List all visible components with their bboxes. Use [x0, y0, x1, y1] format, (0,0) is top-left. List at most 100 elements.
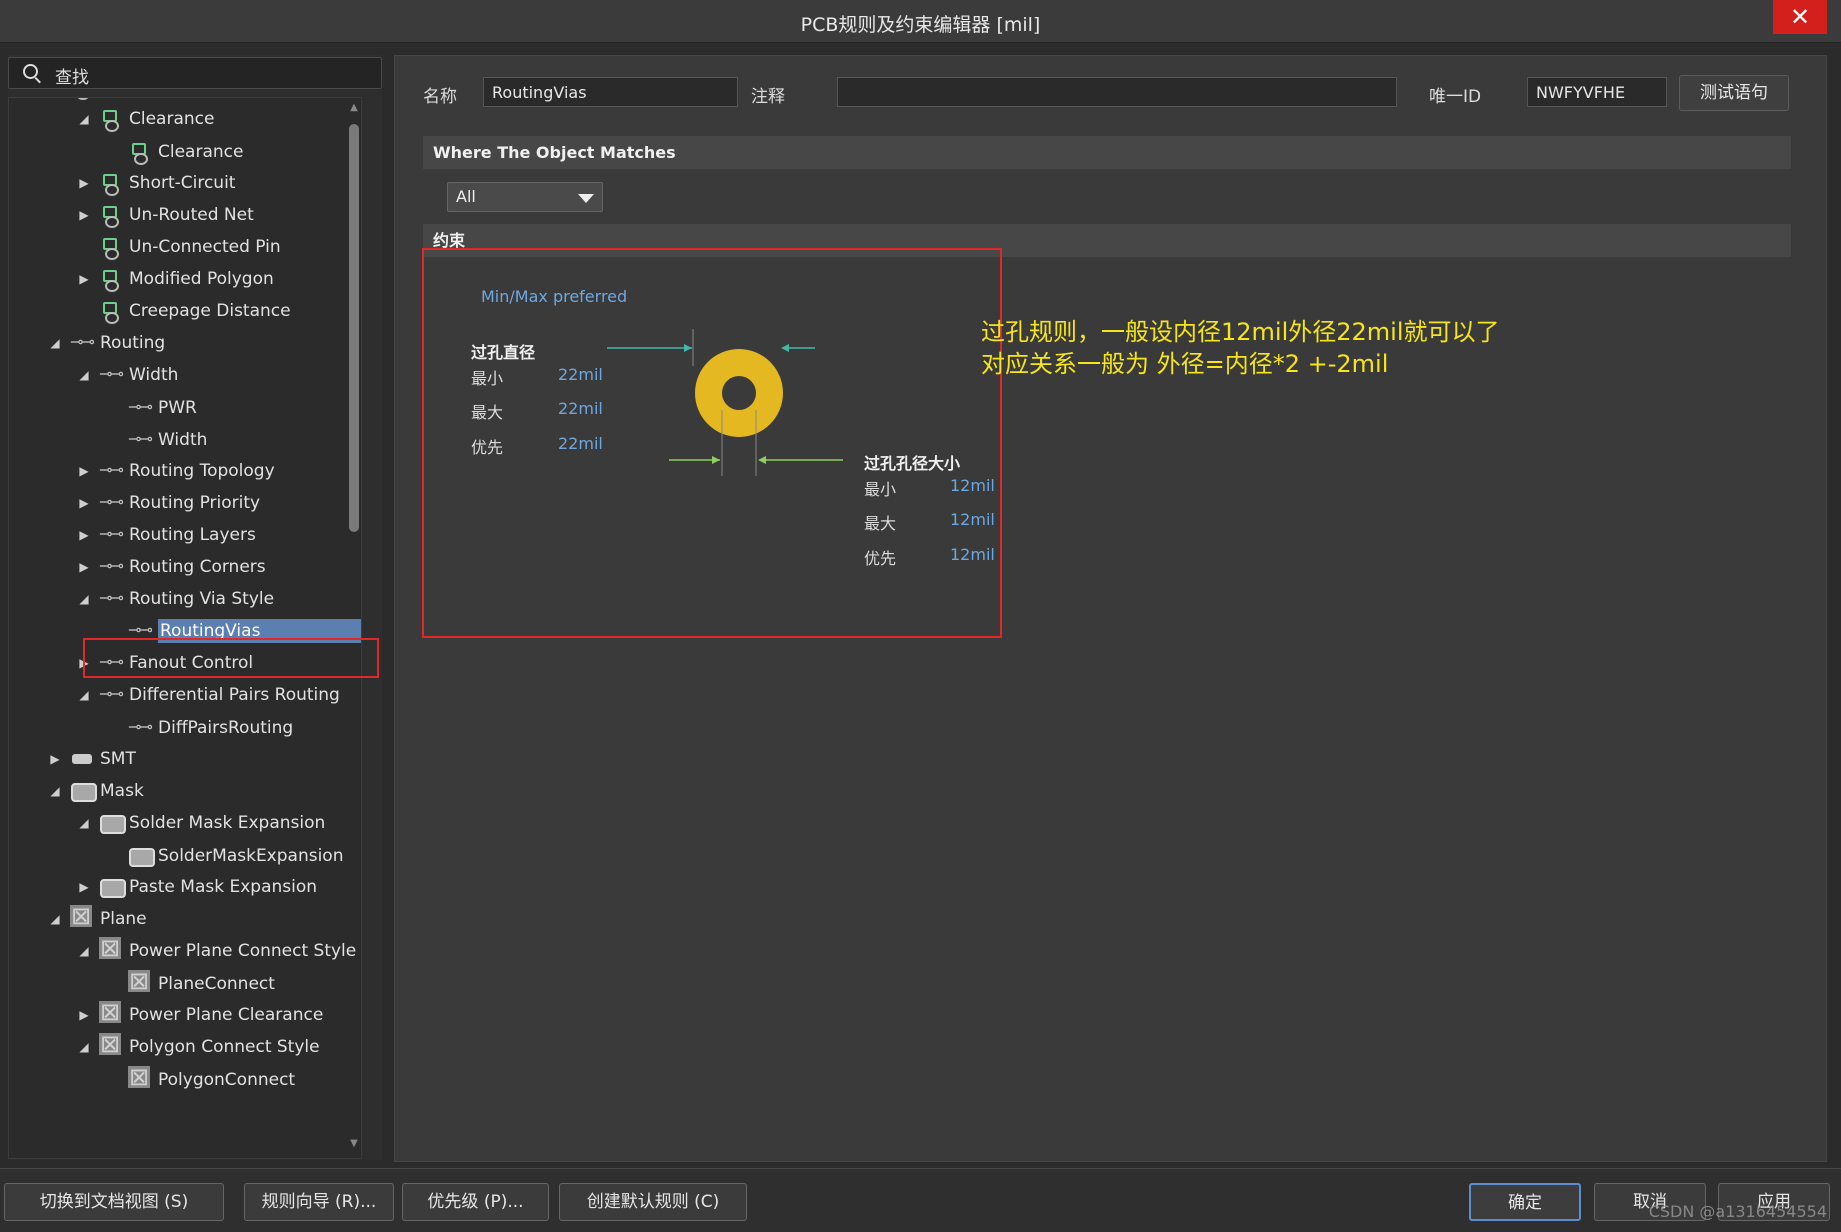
- tree-item[interactable]: ▶ SMT: [46, 745, 136, 773]
- route-icon: [99, 492, 125, 514]
- tree-item-label: SMT: [100, 749, 136, 769]
- expand-icon[interactable]: ▶: [46, 752, 64, 766]
- tree-item[interactable]: ▶ Modified Polygon: [75, 265, 274, 293]
- hole-size-min-label: 最小: [864, 480, 897, 499]
- collapse-icon[interactable]: ◢: [75, 944, 93, 958]
- constraint-mode: Min/Max preferred: [481, 287, 628, 306]
- tree-item[interactable]: ◢ Routing Via Style: [75, 585, 274, 613]
- plane-icon: [99, 937, 125, 962]
- scope-dropdown[interactable]: All: [447, 182, 603, 212]
- tree-item[interactable]: PlaneConnect: [104, 970, 275, 998]
- expand-icon[interactable]: ▶: [75, 1008, 93, 1022]
- tree-item-label: PlaneConnect: [158, 974, 275, 994]
- tree-item[interactable]: ◢ Routing: [46, 329, 165, 357]
- plane-icon: [70, 905, 96, 930]
- tree-item[interactable]: ◢ Plane: [46, 905, 147, 933]
- tree-item[interactable]: ▶ Routing Topology: [75, 457, 274, 485]
- expand-icon[interactable]: ▶: [75, 528, 93, 542]
- tree-item[interactable]: Clearance: [104, 138, 243, 166]
- tree-item[interactable]: PWR: [104, 394, 197, 422]
- hole-size-max-label: 最大: [864, 514, 897, 533]
- tree-item[interactable]: ◢ Clearance: [75, 105, 214, 133]
- rule-icon: [128, 141, 154, 165]
- expand-icon[interactable]: ▶: [75, 464, 93, 478]
- tree-item[interactable]: ▶ Paste Mask Expansion: [75, 873, 317, 901]
- hole-size-pref-value[interactable]: 12mil: [950, 545, 995, 564]
- route-icon: [99, 588, 125, 610]
- collapse-icon[interactable]: ◢: [46, 912, 64, 926]
- ok-button[interactable]: 确定: [1469, 1183, 1581, 1221]
- tree-item[interactable]: DiffPairsRouting: [104, 714, 293, 742]
- plane-icon: [128, 1066, 154, 1091]
- tree-item[interactable]: Creepage Distance: [75, 297, 291, 325]
- tree-item[interactable]: ▶ Un-Routed Net: [75, 201, 254, 229]
- tree-item[interactable]: ▶ Routing Priority: [75, 489, 260, 517]
- tree-item[interactable]: ◢Electrical: [46, 98, 178, 101]
- mask-icon: [99, 876, 126, 898]
- switch-doc-view-button[interactable]: 切换到文档视图 (S): [4, 1183, 224, 1221]
- tree-item-label: Clearance: [129, 109, 215, 129]
- collapse-icon[interactable]: ◢: [75, 112, 93, 126]
- expand-icon[interactable]: ▶: [75, 272, 93, 286]
- uid-field[interactable]: NWFYVFHE: [1527, 77, 1667, 107]
- collapse-icon[interactable]: ◢: [75, 688, 93, 702]
- tree-item[interactable]: ▶ Routing Layers: [75, 521, 255, 549]
- test-query-button[interactable]: 测试语句: [1679, 75, 1789, 111]
- route-icon: [99, 524, 125, 546]
- tree-item[interactable]: ▶ Power Plane Clearance: [75, 1001, 323, 1029]
- tree-item[interactable]: ◢ Differential Pairs Routing: [75, 681, 339, 709]
- hole-size-min-value[interactable]: 12mil: [950, 476, 995, 495]
- tree-item[interactable]: ◢ Power Plane Connect Style: [75, 937, 356, 965]
- expand-icon[interactable]: ▶: [75, 208, 93, 222]
- window-title: PCB规则及约束编辑器 [mil]: [800, 14, 1041, 36]
- tree-item[interactable]: ◢ Solder Mask Expansion: [75, 809, 325, 837]
- collapse-icon[interactable]: ◢: [75, 816, 93, 830]
- tree-item-label: Power Plane Clearance: [129, 1005, 324, 1025]
- name-field[interactable]: RoutingVias: [483, 77, 738, 107]
- tree-item[interactable]: ◢ Mask: [46, 777, 144, 805]
- search-icon: [23, 64, 38, 79]
- chevron-down-icon: [578, 194, 594, 203]
- route-icon: [128, 429, 154, 451]
- expand-icon[interactable]: ▶: [75, 496, 93, 510]
- outer-arrow-right: [781, 344, 789, 352]
- priority-button[interactable]: 优先级 (P)...: [402, 1183, 549, 1221]
- selected-rule-highlight: [83, 638, 379, 678]
- scroll-thumb[interactable]: [349, 124, 359, 532]
- hole-size-max-value[interactable]: 12mil: [950, 510, 995, 529]
- tree-item[interactable]: ◢ Width: [75, 361, 178, 389]
- plane-icon: [99, 1001, 125, 1026]
- annotation-line-2: 对应关系一般为 外径=内径*2 +-2mil: [981, 350, 1389, 378]
- search-input[interactable]: 查找: [8, 57, 382, 89]
- tree-item[interactable]: ◢ Polygon Connect Style: [75, 1033, 320, 1061]
- rule-wizard-button[interactable]: 规则向导 (R)...: [244, 1183, 394, 1221]
- comment-label: 注释: [751, 87, 785, 107]
- tree-item[interactable]: Un-Connected Pin: [75, 233, 281, 261]
- scroll-up-icon[interactable]: [347, 102, 361, 116]
- collapse-icon[interactable]: ◢: [75, 368, 93, 382]
- scroll-down-icon[interactable]: [347, 1138, 361, 1152]
- tree-item[interactable]: SolderMaskExpansion: [104, 842, 343, 870]
- create-default-rules-button[interactable]: 创建默认规则 (C): [559, 1183, 747, 1221]
- collapse-icon[interactable]: ◢: [75, 1040, 93, 1054]
- plane-icon: [128, 970, 154, 995]
- comment-field[interactable]: [837, 77, 1397, 107]
- close-icon[interactable]: [1773, 0, 1827, 34]
- annotation-note: 过孔规则，一般设内径12mil外径22mil就可以了 对应关系一般为 外径=内径…: [981, 316, 1500, 380]
- collapse-icon[interactable]: ◢: [75, 592, 93, 606]
- tree-item[interactable]: ▶ Routing Corners: [75, 553, 265, 581]
- rule-icon: [99, 172, 125, 196]
- tree-item-label: Solder Mask Expansion: [129, 813, 326, 833]
- mask-icon: [70, 780, 97, 802]
- hole-size-title: 过孔孔径大小: [864, 454, 961, 473]
- via-hole: [722, 376, 756, 410]
- rule-icon: [76, 98, 90, 100]
- tree-item[interactable]: ▶ Short-Circuit: [75, 169, 235, 197]
- collapse-icon[interactable]: ◢: [46, 784, 64, 798]
- expand-icon[interactable]: ▶: [75, 560, 93, 574]
- expand-icon[interactable]: ▶: [75, 176, 93, 190]
- collapse-icon[interactable]: ◢: [46, 336, 64, 350]
- tree-item[interactable]: PolygonConnect: [104, 1066, 295, 1094]
- expand-icon[interactable]: ▶: [75, 880, 93, 894]
- tree-item[interactable]: Width: [104, 426, 207, 454]
